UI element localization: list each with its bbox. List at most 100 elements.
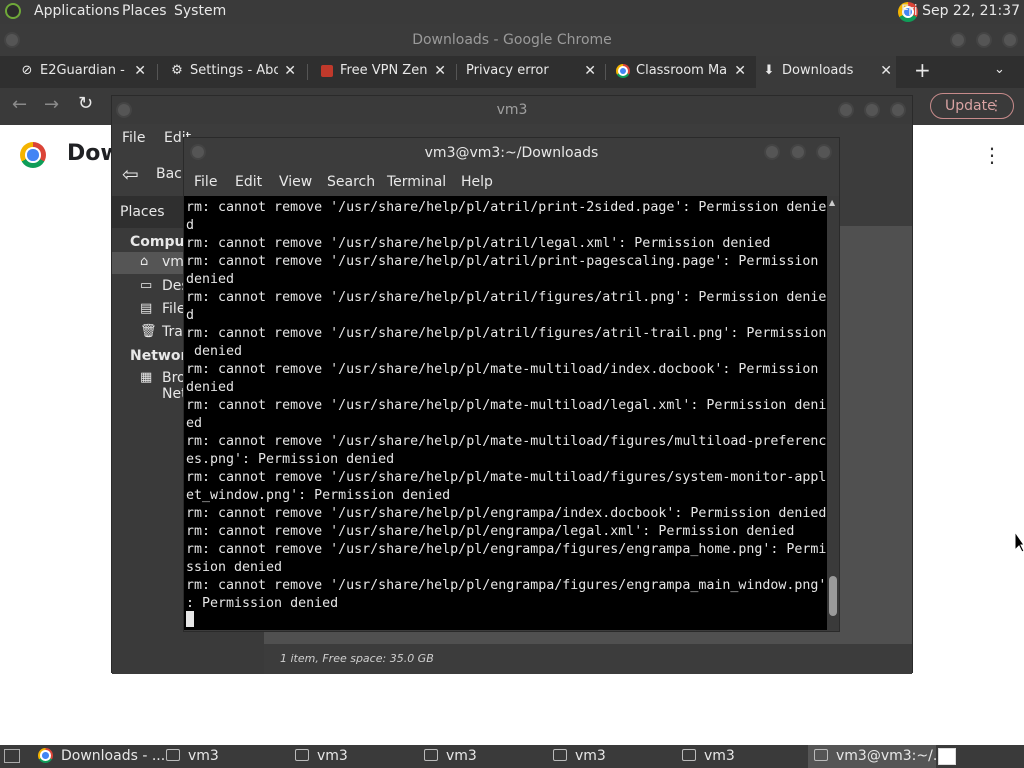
- status-text: 1 item, Free space: 35.0 GB: [280, 652, 434, 665]
- tab-label: Privacy error: [466, 63, 549, 78]
- menu-view[interactable]: View: [279, 174, 312, 190]
- tab-separator: [456, 64, 457, 80]
- mouse-pointer-icon: [1015, 532, 1024, 552]
- clock[interactable]: Fri Sep 22, 21:37: [901, 3, 1020, 19]
- task-vm3[interactable]: vm3: [166, 745, 292, 768]
- tab-separator: [605, 64, 606, 80]
- menu-places[interactable]: Places: [122, 3, 167, 19]
- terminal-output: rm: cannot remove '/usr/share/help/pl/at…: [186, 200, 827, 611]
- desktop-folder-icon: ▭: [140, 278, 153, 293]
- tab-search-chevron-icon[interactable]: ⌄: [994, 62, 1005, 77]
- scroll-up-icon[interactable]: ▲: [829, 198, 835, 207]
- file-manager-title: vm3: [496, 102, 528, 118]
- tab-label: Downloads: [782, 63, 854, 78]
- close-icon[interactable]: ✕: [584, 56, 596, 86]
- menu-edit[interactable]: Edit: [235, 174, 262, 190]
- tab-privacy-error[interactable]: Privacy error ✕: [460, 56, 600, 88]
- task-label: vm3: [446, 748, 477, 764]
- task-vm3[interactable]: vm3: [424, 745, 550, 768]
- close-icon[interactable]: ✕: [734, 56, 746, 86]
- window-menu-icon[interactable]: [190, 144, 206, 160]
- mate-logo-icon[interactable]: [5, 3, 21, 19]
- tab-e2guardian[interactable]: ⊘ E2Guardian - Access Denied ✕: [14, 56, 150, 88]
- close-icon[interactable]: [816, 144, 832, 160]
- chrome-window-title: Downloads - Google Chrome: [412, 32, 612, 48]
- update-button[interactable]: Update ⋮: [930, 93, 1014, 119]
- tab-label: Classroom Management: [636, 63, 728, 78]
- chrome-tab-strip: ⊘ E2Guardian - Access Denied ✕ ⚙ Setting…: [0, 56, 1024, 88]
- task-chrome[interactable]: Downloads - ...: [38, 745, 164, 768]
- close-icon[interactable]: ✕: [880, 56, 892, 86]
- menu-system[interactable]: System: [174, 3, 226, 19]
- task-terminal[interactable]: vm3@vm3:~/...: [808, 745, 936, 768]
- maximize-icon[interactable]: [976, 32, 992, 48]
- chrome-titlebar[interactable]: Downloads - Google Chrome: [0, 24, 1024, 56]
- window-menu-icon[interactable]: [116, 102, 132, 118]
- bottom-panel: Downloads - ... vm3 vm3 vm3 vm3 vm3 vm3@…: [0, 745, 1024, 768]
- chrome-logo-icon: [20, 142, 46, 168]
- menu-file[interactable]: File: [122, 130, 145, 146]
- shield-icon: ⊘: [21, 63, 33, 78]
- window-menu-icon[interactable]: [4, 32, 20, 48]
- more-vertical-icon: ⋮: [989, 98, 1003, 114]
- menu-help[interactable]: Help: [461, 174, 493, 190]
- minimize-icon[interactable]: [838, 102, 854, 118]
- tab-free-vpn[interactable]: Free VPN Zenmate ✕: [314, 56, 450, 88]
- terminal-screen[interactable]: rm: cannot remove '/usr/share/help/pl/at…: [184, 196, 827, 630]
- terminal-title: vm3@vm3:~/Downloads: [424, 145, 599, 161]
- maximize-icon[interactable]: [864, 102, 880, 118]
- menu-file[interactable]: File: [194, 174, 217, 190]
- menu-terminal[interactable]: Terminal: [387, 174, 446, 190]
- file-manager-titlebar[interactable]: vm3: [112, 96, 912, 124]
- vpn-icon: [321, 65, 333, 77]
- terminal-icon: [814, 749, 828, 761]
- folder-icon: [682, 749, 696, 761]
- network-icon: ▦: [140, 370, 153, 385]
- task-vm3[interactable]: vm3: [553, 745, 679, 768]
- tab-classroom[interactable]: Classroom Management ✕: [610, 56, 750, 88]
- show-desktop-icon[interactable]: [4, 749, 20, 763]
- close-icon[interactable]: ✕: [134, 56, 146, 86]
- close-icon[interactable]: [890, 102, 906, 118]
- scrollbar-thumb[interactable]: [829, 576, 837, 616]
- forward-arrow-icon[interactable]: →: [44, 94, 59, 115]
- chrome-icon: [38, 748, 53, 763]
- terminal-window: vm3@vm3:~/Downloads File Edit View Searc…: [183, 137, 840, 632]
- menu-search[interactable]: Search: [327, 174, 375, 190]
- back-arrow-icon[interactable]: ←: [12, 94, 27, 115]
- close-icon[interactable]: [1002, 32, 1018, 48]
- folder-icon: [295, 749, 309, 761]
- download-icon: ⬇: [763, 63, 775, 78]
- tab-separator: [307, 64, 308, 80]
- task-label: vm3@vm3:~/...: [836, 748, 936, 764]
- task-label: vm3: [317, 748, 348, 764]
- back-arrow-icon[interactable]: ⇦: [122, 162, 139, 186]
- folder-icon: [166, 749, 180, 761]
- task-vm3[interactable]: vm3: [295, 745, 421, 768]
- terminal-scrollbar[interactable]: ▲: [827, 196, 839, 630]
- maximize-icon[interactable]: [790, 144, 806, 160]
- tab-downloads[interactable]: ⬇ Downloads ✕: [756, 56, 896, 88]
- tab-label: Settings - About Chrome: [190, 63, 278, 78]
- close-icon[interactable]: ✕: [434, 56, 446, 86]
- workspace-switcher[interactable]: [938, 748, 956, 765]
- task-label: Downloads - ...: [61, 748, 164, 764]
- trash-icon: 🗑: [140, 324, 157, 339]
- close-icon[interactable]: ✕: [284, 56, 296, 86]
- terminal-titlebar[interactable]: vm3@vm3:~/Downloads: [184, 138, 839, 168]
- sidebar-header-label: Places: [120, 204, 165, 220]
- page-menu-icon[interactable]: ⋮: [982, 143, 1002, 167]
- new-tab-icon[interactable]: +: [914, 58, 931, 82]
- home-folder-icon: ⌂: [140, 254, 149, 269]
- minimize-icon[interactable]: [764, 144, 780, 160]
- reload-icon[interactable]: ↻: [78, 93, 93, 114]
- status-bar: 1 item, Free space: 35.0 GB: [264, 644, 912, 674]
- tab-label: Free VPN Zenmate: [340, 63, 428, 78]
- minimize-icon[interactable]: [950, 32, 966, 48]
- tab-label: E2Guardian - Access Denied: [40, 63, 128, 78]
- tab-settings[interactable]: ⚙ Settings - About Chrome ✕: [164, 56, 300, 88]
- folder-icon: [424, 749, 438, 761]
- task-vm3[interactable]: vm3: [682, 745, 808, 768]
- task-label: vm3: [575, 748, 606, 764]
- menu-applications[interactable]: Applications: [34, 3, 120, 19]
